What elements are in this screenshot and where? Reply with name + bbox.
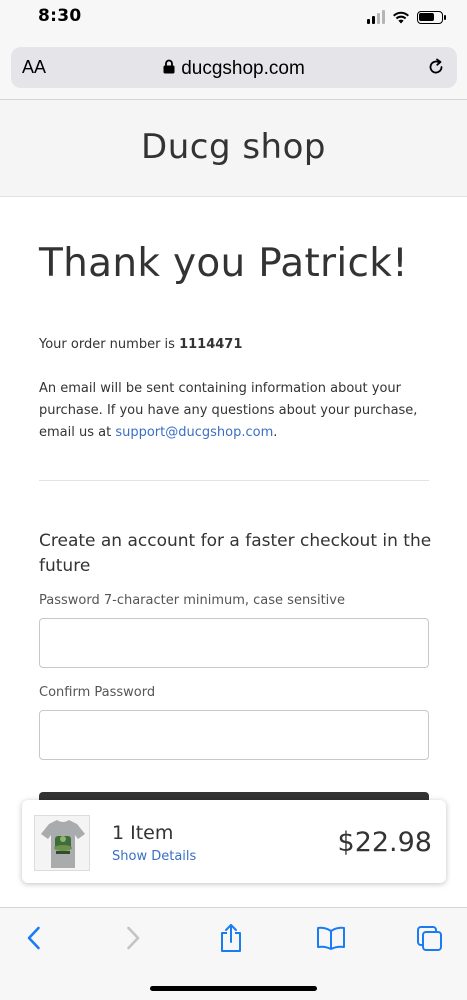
cart-total: $22.98	[337, 827, 432, 858]
url-display[interactable]: ducgshop.com	[11, 58, 457, 80]
status-icons	[367, 8, 446, 26]
thank-you-heading: Thank you Patrick!	[39, 241, 409, 286]
product-thumbnail	[34, 815, 90, 871]
share-icon	[221, 924, 241, 952]
wifi-icon	[393, 11, 409, 24]
home-indicator	[150, 986, 317, 991]
cart-item-count: 1 Item	[112, 822, 174, 844]
cart-summary[interactable]: 1 Item Show Details $22.98	[22, 800, 446, 883]
bookmarks-button[interactable]	[315, 922, 347, 954]
share-button[interactable]	[215, 922, 247, 954]
cellular-signal-icon	[367, 10, 385, 24]
browser-toolbar	[0, 907, 467, 1000]
password-label: Password 7-character minimum, case sensi…	[39, 593, 345, 608]
chevron-left-icon	[27, 926, 40, 950]
forward-button[interactable]	[117, 922, 149, 954]
lock-icon	[163, 60, 175, 74]
password-field[interactable]	[39, 618, 429, 668]
order-number: 1114471	[179, 337, 243, 352]
url-field[interactable]: AA ducgshop.com	[11, 47, 457, 88]
shop-header: Ducg shop	[0, 100, 467, 197]
confirm-password-label: Confirm Password	[39, 685, 156, 700]
browser-address-bar: AA ducgshop.com	[0, 36, 467, 100]
tabs-button[interactable]	[413, 922, 445, 954]
back-button[interactable]	[18, 922, 50, 954]
url-text: ducgshop.com	[181, 58, 305, 79]
order-number-text: Your order number is 1114471	[39, 337, 242, 352]
book-icon	[317, 926, 345, 950]
order-number-prefix: Your order number is	[39, 337, 180, 352]
tabs-icon	[417, 926, 442, 951]
create-account-heading: Create an account for a faster checkout …	[39, 531, 432, 576]
email-info-suffix: .	[273, 425, 278, 440]
support-email-link[interactable]: support@ducgshop.com	[115, 425, 273, 440]
shop-name[interactable]: Ducg shop	[0, 127, 467, 167]
email-info-text: An email will be sent containing informa…	[39, 378, 431, 444]
status-time: 8:30	[38, 6, 82, 26]
confirm-password-field[interactable]	[39, 710, 429, 760]
status-bar: 8:30	[0, 0, 467, 36]
chevron-right-icon	[127, 926, 140, 950]
tshirt-image	[35, 816, 89, 870]
battery-icon	[417, 10, 446, 24]
divider	[39, 480, 429, 481]
show-details-link[interactable]: Show Details	[112, 849, 196, 864]
reload-icon[interactable]	[426, 57, 446, 77]
